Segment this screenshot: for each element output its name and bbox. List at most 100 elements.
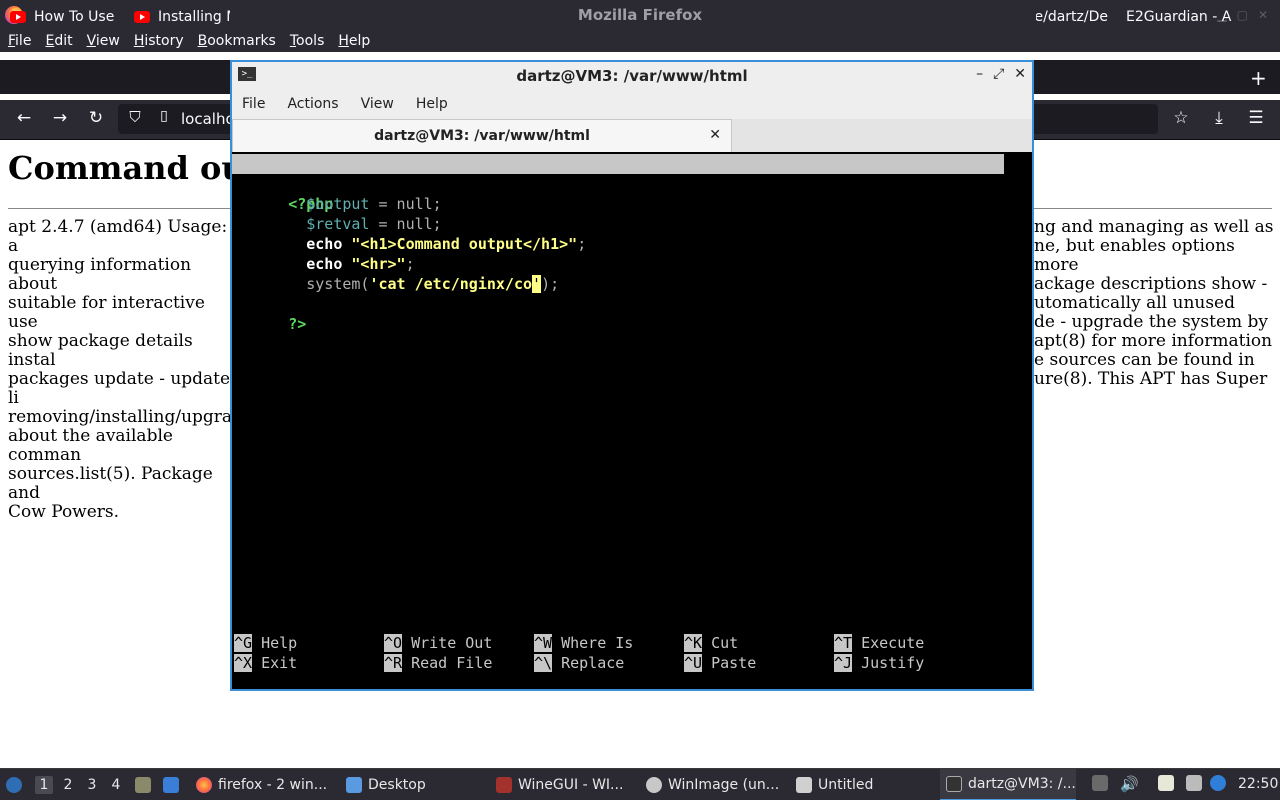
terminal-tab-label: dartz@VM3: /var/www/html <box>374 128 590 144</box>
browser-tab[interactable]: E2Guardian - A <box>1126 0 1232 34</box>
taskbar-item-winimage[interactable]: WinImage (un... <box>646 769 779 800</box>
new-tab-plus-icon[interactable]: + <box>1250 66 1267 90</box>
term-menu-help[interactable]: Help <box>416 96 448 112</box>
start-menu-button[interactable] <box>6 769 22 800</box>
page-heading: Command ou <box>8 149 245 187</box>
menu-help[interactable]: Help <box>338 33 370 49</box>
download-icon[interactable]: ⤓ <box>1207 108 1231 128</box>
php-close-tag: ?> <box>288 315 307 333</box>
code-line: system('cat /etc/nginx/co'); <box>234 274 559 294</box>
terminal-icon <box>946 776 962 792</box>
back-arrow-icon[interactable]: ← <box>12 108 36 128</box>
url-text[interactable]: localho <box>181 110 235 128</box>
terminal-titlebar[interactable]: >_ dartz@VM3: /var/www/html – ⤢ ✕ <box>232 62 1032 89</box>
taskbar-item-firefox[interactable]: firefox - 2 win... <box>196 769 327 800</box>
menu-bookmarks[interactable]: Bookmarks <box>198 33 276 49</box>
shortcut-key: ^O <box>384 634 403 652</box>
workspace-1[interactable]: 1 <box>35 776 53 794</box>
winimage-icon <box>646 777 662 793</box>
code-string: "<h1>Command output</h1>" <box>351 235 578 253</box>
page-text-line: querying information about <box>8 255 192 294</box>
browser-tab-label: /home/dartz/De <box>1036 9 1108 25</box>
shortcut-exit[interactable]: ^X Exit <box>234 654 297 672</box>
show-desktop-launcher[interactable] <box>163 769 179 800</box>
taskbar-item-label: dartz@VM3: /... <box>968 776 1076 792</box>
update-notifier-icon[interactable] <box>1210 775 1226 791</box>
page-text-line: ne, but enables options more <box>1034 236 1235 275</box>
shortcut-justify[interactable]: ^J Justify <box>834 654 924 672</box>
youtube-icon <box>134 11 150 23</box>
terminal-tab[interactable]: dartz@VM3: /var/www/html ✕ <box>232 119 732 152</box>
workspace-3[interactable]: 3 <box>83 776 101 794</box>
page-text-line: de - upgrade the system by <box>1034 312 1269 332</box>
shortcut-label: Replace <box>552 654 625 672</box>
close-icon[interactable]: ✕ <box>1258 8 1268 22</box>
code-keyword: echo <box>306 235 343 253</box>
code-line: $retval = null; <box>234 214 441 234</box>
code-variable: $retval <box>306 215 370 233</box>
shortcut-where-is[interactable]: ^W Where Is <box>534 634 633 652</box>
page-text-line: Cow Powers. <box>8 502 120 522</box>
shortcut-cut[interactable]: ^K Cut <box>684 634 738 652</box>
shortcut-key: ^G <box>234 634 253 652</box>
network-icon[interactable] <box>1186 775 1202 791</box>
workspace-2[interactable]: 2 <box>59 776 77 794</box>
menu-edit[interactable]: Edit <box>45 33 72 49</box>
minimize-icon[interactable]: – <box>976 66 983 82</box>
shortcut-paste[interactable]: ^U Paste <box>684 654 756 672</box>
shortcut-read-file[interactable]: ^R Read File <box>384 654 492 672</box>
menu-view[interactable]: View <box>87 33 120 49</box>
page-text-line: ng and managing as well as <box>1034 217 1274 237</box>
shortcut-label: Write Out <box>402 634 493 652</box>
term-menu-view[interactable]: View <box>361 96 394 112</box>
restore-icon[interactable]: ⤢ <box>993 66 1004 82</box>
terminal-icon: >_ <box>238 67 256 81</box>
browser-tab[interactable]: Installing M <box>134 0 230 34</box>
page-body-right: ng and managing as well as ne, but enabl… <box>1034 218 1274 389</box>
menu-tools[interactable]: Tools <box>290 33 325 49</box>
browser-tab[interactable]: How To Use <box>10 0 128 34</box>
nano-filename: execute.php * <box>584 195 702 213</box>
taskbar-item-untitled[interactable]: Untitled <box>796 769 873 800</box>
volume-icon[interactable]: 🔊 <box>1120 775 1139 793</box>
clock[interactable]: 22:50 <box>1238 776 1278 792</box>
shortcut-execute[interactable]: ^T Execute <box>834 634 924 652</box>
page-text-line: utomatically all unused <box>1034 293 1236 313</box>
maximize-icon[interactable]: ▢ <box>1237 8 1248 22</box>
menu-file[interactable]: File <box>8 33 31 49</box>
close-icon[interactable]: ✕ <box>1014 66 1026 82</box>
menu-history[interactable]: History <box>134 33 184 49</box>
page-text-line: show package details instal <box>8 331 193 370</box>
reload-icon[interactable]: ↻ <box>84 108 108 128</box>
bookmark-star-icon[interactable]: ☆ <box>1169 108 1193 128</box>
code-line: echo "<hr>"; <box>234 254 414 274</box>
term-menu-file[interactable]: File <box>242 96 265 112</box>
file-manager-launcher[interactable] <box>135 769 151 800</box>
browser-tab-label: E2Guardian - A <box>1126 9 1232 25</box>
nano-editor[interactable]: GNU nano 6.2 execute.php * <?php $output… <box>232 152 1032 689</box>
scroll-lock-icon[interactable] <box>1092 775 1108 791</box>
terminal-window[interactable]: >_ dartz@VM3: /var/www/html – ⤢ ✕ File A… <box>230 60 1034 691</box>
taskbar-item-label: WineGUI - WI... <box>518 777 624 793</box>
desktop-icon <box>163 777 179 793</box>
shield-icon[interactable]: ⛉ <box>123 108 147 126</box>
shortcut-key: ^U <box>684 654 703 672</box>
taskbar-item-terminal[interactable]: dartz@VM3: /... <box>940 769 1076 800</box>
taskbar-item-desktop[interactable]: Desktop <box>346 769 426 800</box>
app-menu-icon <box>6 777 22 793</box>
workspace-4[interactable]: 4 <box>107 776 125 794</box>
clipboard-icon[interactable] <box>1158 775 1174 791</box>
forward-arrow-icon[interactable]: → <box>48 108 72 128</box>
browser-tab[interactable]: /home/dartz/De <box>1036 0 1108 34</box>
close-icon[interactable]: ✕ <box>709 127 721 143</box>
folder-icon <box>346 777 362 793</box>
shortcut-replace[interactable]: ^\ Replace <box>534 654 624 672</box>
hamburger-menu-icon[interactable]: ☰ <box>1244 108 1268 128</box>
shortcut-help[interactable]: ^G Help <box>234 634 297 652</box>
page-icon: ▯ <box>160 108 168 124</box>
term-menu-actions[interactable]: Actions <box>287 96 338 112</box>
shortcut-key: ^W <box>534 634 553 652</box>
shortcut-write-out[interactable]: ^O Write Out <box>384 634 492 652</box>
taskbar-item-winegui[interactable]: WineGUI - WI... <box>496 769 623 800</box>
page-text-line: packages update - update li <box>8 369 231 408</box>
